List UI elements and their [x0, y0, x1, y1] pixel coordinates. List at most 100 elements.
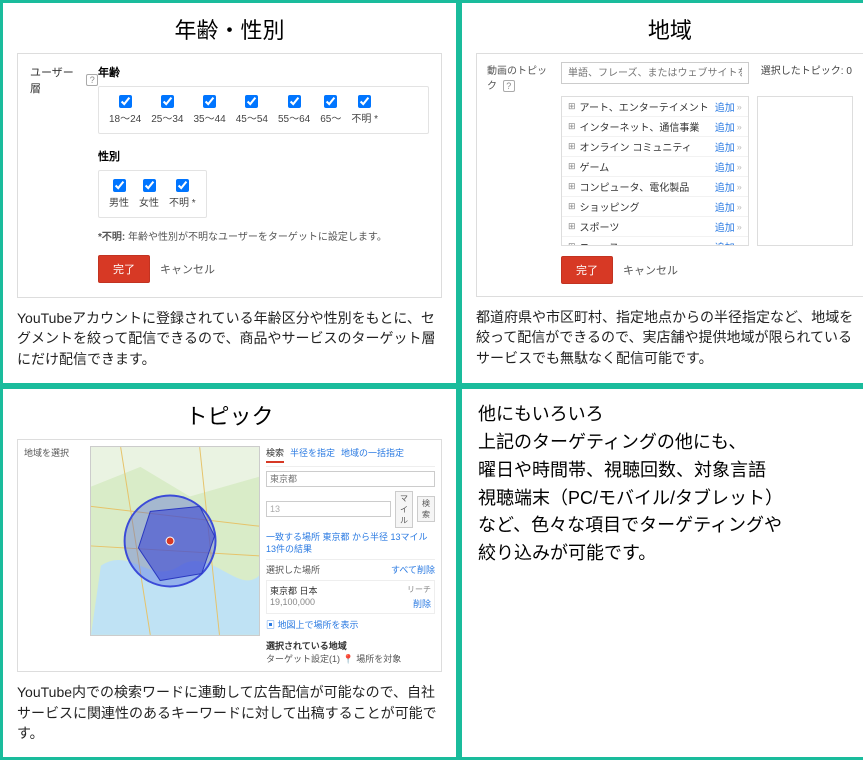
map-search-row: [266, 471, 435, 487]
expand-icon[interactable]: ⊞: [568, 141, 576, 152]
topic-item-name: コンピュータ、電化製品: [580, 179, 709, 194]
chevron-right-icon[interactable]: »: [737, 142, 742, 152]
add-topic-link[interactable]: 追加: [715, 119, 735, 134]
cell-title-region: 地域: [476, 13, 863, 45]
location-input[interactable]: [266, 471, 435, 487]
age-checkbox[interactable]: 18～24: [109, 95, 141, 125]
cell-region: 地域 動画のトピック ? 選択したトピック: 0 ⊞アート、エンターテイメント追…: [459, 0, 863, 386]
age-checkbox[interactable]: 45～54: [236, 95, 268, 125]
chevron-right-icon[interactable]: »: [737, 102, 742, 112]
add-topic-link[interactable]: 追加: [715, 179, 735, 194]
age-checkbox-label: 35～44: [194, 110, 226, 125]
age-gender-desc: YouTubeアカウントに登録されている年齢区分や性別をもとに、セグメントを絞っ…: [17, 308, 442, 369]
age-checkbox-label: 25～34: [151, 110, 183, 125]
panel-left-label: ユーザー層 ?: [30, 64, 98, 96]
unit-select[interactable]: マイル: [395, 491, 413, 528]
expand-icon[interactable]: ⊞: [568, 101, 576, 112]
selected-item-value: 19,100,000: [270, 597, 315, 610]
add-topic-link[interactable]: 追加: [715, 159, 735, 174]
cancel-button[interactable]: キャンセル: [160, 261, 215, 277]
topic-list-item[interactable]: ⊞スポーツ追加»: [562, 217, 748, 237]
expand-icon[interactable]: ⊞: [568, 161, 576, 172]
age-checkbox-input[interactable]: [288, 95, 301, 108]
region-panel: 動画のトピック ? 選択したトピック: 0 ⊞アート、エンターテイメント追加»⊞…: [476, 53, 863, 297]
chevron-right-icon[interactable]: »: [737, 202, 742, 212]
topic-list-item[interactable]: ⊞ ゲーム追加»: [562, 157, 748, 177]
topic-item-name: ショッピング: [580, 199, 709, 214]
help-icon[interactable]: ?: [86, 74, 98, 86]
topic-item-name: ゲーム: [580, 159, 709, 174]
show-on-map-link[interactable]: ▣ 地図上で場所を表示: [266, 618, 435, 631]
age-checkbox-input[interactable]: [245, 95, 258, 108]
tab-bulk[interactable]: 地域の一括指定: [341, 446, 404, 463]
done-button[interactable]: 完了: [98, 255, 150, 283]
gender-checkbox-input[interactable]: [176, 179, 189, 192]
age-checkbox-label: 55～64: [278, 110, 310, 125]
topic-list-item[interactable]: ⊞アート、エンターテイメント追加»: [562, 97, 748, 117]
age-checkbox-input[interactable]: [161, 95, 174, 108]
topic-list-item[interactable]: ⊞オンライン コミュニティ追加»: [562, 137, 748, 157]
add-topic-link[interactable]: 追加: [715, 99, 735, 114]
gender-checkbox-input[interactable]: [143, 179, 156, 192]
topic-list-item[interactable]: ⊞インターネット、通信事業追加»: [562, 117, 748, 137]
gender-checkbox[interactable]: 不明 *: [169, 179, 196, 209]
gender-checkbox-label: 女性: [139, 194, 159, 209]
user-layer-label: ユーザー層: [30, 64, 82, 96]
map-canvas[interactable]: [90, 446, 260, 636]
expand-icon[interactable]: ⊞: [568, 121, 576, 132]
help-icon[interactable]: ?: [503, 80, 515, 92]
age-checkbox-input[interactable]: [203, 95, 216, 108]
tab-search[interactable]: 検索: [266, 446, 284, 463]
expand-icon[interactable]: ⊞: [568, 201, 576, 212]
topic-list[interactable]: ⊞アート、エンターテイメント追加»⊞インターネット、通信事業追加»⊞オンライン …: [561, 96, 749, 246]
gender-checkbox-input[interactable]: [113, 179, 126, 192]
radius-input[interactable]: [266, 501, 391, 517]
age-checkbox-label: 18～24: [109, 110, 141, 125]
selected-topics-box: [757, 96, 853, 246]
selected-topic-count: 選択したトピック: 0: [757, 62, 853, 77]
targeting-grid: 年齢・性別 ユーザー層 ? 年齢 18～2425～3435～4445～5455～…: [0, 0, 863, 760]
age-gender-panel: ユーザー層 ? 年齢 18～24 25～34 35～44 45～54 55～64 65～ 不…: [17, 53, 442, 298]
gender-checkbox[interactable]: 女性: [139, 179, 159, 209]
chevron-right-icon[interactable]: »: [737, 222, 742, 232]
topic-list-item[interactable]: ⊞ コンピュータ、電化製品追加»: [562, 177, 748, 197]
add-topic-link[interactable]: 追加: [715, 199, 735, 214]
expand-icon[interactable]: ⊞: [568, 241, 576, 246]
gender-checkbox-row: 男性女性不明 *: [98, 170, 207, 218]
cancel-button[interactable]: キャンセル: [623, 262, 678, 278]
selected-item-name: 東京都 日本: [270, 584, 318, 597]
topic-list-item[interactable]: ⊞ニュース追加»: [562, 237, 748, 246]
tab-radius[interactable]: 半径を指定: [290, 446, 335, 463]
add-topic-link[interactable]: 追加: [715, 239, 735, 246]
age-checkbox[interactable]: 25～34: [151, 95, 183, 125]
topic-desc: YouTube内での検索ワードに連動して広告配信が可能なので、自社サービスに関連…: [17, 682, 442, 743]
age-checkbox[interactable]: 55～64: [278, 95, 310, 125]
age-checkbox-input[interactable]: [119, 95, 132, 108]
add-topic-link[interactable]: 追加: [715, 219, 735, 234]
chevron-right-icon[interactable]: »: [737, 162, 742, 172]
search-button[interactable]: 検索: [417, 496, 435, 522]
age-checkbox[interactable]: 35～44: [194, 95, 226, 125]
add-topic-link[interactable]: 追加: [715, 139, 735, 154]
remove-all-link[interactable]: すべて削除: [391, 563, 435, 576]
age-checkbox-row: 18～24 25～34 35～44 45～54 55～64 65～ 不明 *: [98, 86, 429, 134]
topic-list-item[interactable]: ⊞ ショッピング追加»: [562, 197, 748, 217]
age-checkbox-input[interactable]: [324, 95, 337, 108]
gender-checkbox[interactable]: 男性: [109, 179, 129, 209]
expand-icon[interactable]: ⊞: [568, 181, 576, 192]
gender-checkbox-label: 男性: [109, 194, 129, 209]
selected-item: 東京都 日本 リーチ: [270, 584, 431, 597]
chevron-right-icon[interactable]: »: [737, 242, 742, 247]
topic-search-input[interactable]: [561, 62, 749, 84]
age-checkbox-input[interactable]: [358, 95, 371, 108]
region-body: ⊞アート、エンターテイメント追加»⊞インターネット、通信事業追加»⊞オンライン …: [487, 96, 853, 246]
done-button[interactable]: 完了: [561, 256, 613, 284]
age-checkbox[interactable]: 65～: [320, 95, 341, 125]
selected-header: 選択した場所: [266, 563, 320, 576]
age-section-label: 年齢: [98, 64, 429, 80]
chevron-right-icon[interactable]: »: [737, 182, 742, 192]
age-checkbox[interactable]: 不明 *: [351, 95, 378, 125]
expand-icon[interactable]: ⊞: [568, 221, 576, 232]
chevron-right-icon[interactable]: »: [737, 122, 742, 132]
remove-item-link[interactable]: 削除: [413, 597, 431, 610]
